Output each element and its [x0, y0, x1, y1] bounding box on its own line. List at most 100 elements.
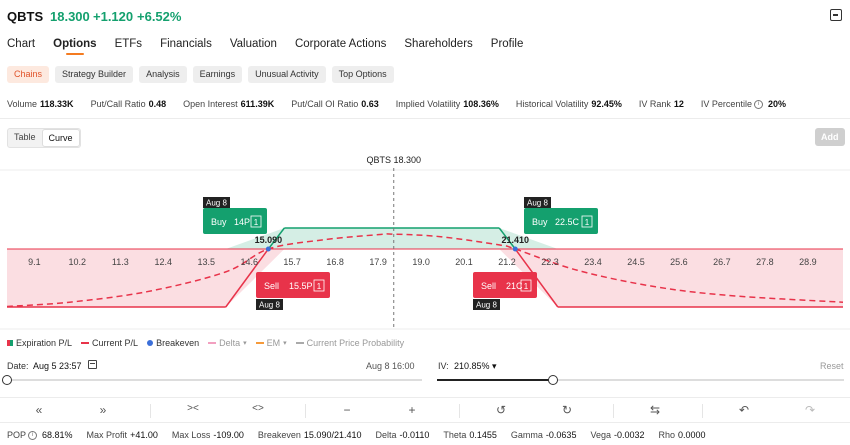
x-tick-label: 14.6 — [240, 257, 258, 267]
current-pl-swatch — [81, 342, 90, 344]
summary-label: Delta — [375, 430, 397, 440]
stat-implied-volatility: Implied Volatility 108.36% — [396, 99, 499, 109]
stat-label: Put/Call OI Ratio — [291, 99, 359, 109]
summary-value: 0.0000 — [678, 430, 706, 440]
summary-label: Theta — [443, 430, 467, 440]
collapse-icon[interactable]: >< — [183, 403, 203, 414]
summary-max-profit: Max Profit +41.00 — [87, 430, 158, 440]
tab-shareholders[interactable]: Shareholders — [404, 38, 472, 55]
add-button[interactable]: Add — [815, 128, 845, 146]
calendar-icon[interactable] — [88, 360, 97, 369]
breakeven-dot — [265, 246, 271, 252]
iv-label: IV: — [438, 361, 449, 371]
legend-swatch — [255, 342, 264, 344]
exit-icon[interactable] — [830, 9, 842, 21]
leg-strike: 15.5P — [289, 281, 313, 291]
date-value: Aug 5 23:57 — [33, 361, 82, 371]
tab-chart[interactable]: Chart — [7, 38, 35, 55]
tab-profile[interactable]: Profile — [491, 38, 524, 55]
undo-icon[interactable]: ↶ — [734, 403, 754, 417]
legend-label: EM — [266, 338, 281, 348]
chip-analysis[interactable]: Analysis — [139, 66, 187, 83]
tab-curve[interactable]: Curve — [41, 129, 80, 147]
info-icon[interactable]: i — [28, 431, 38, 441]
summary-value: -0.0032 — [613, 430, 645, 440]
tab-table[interactable]: Table — [8, 129, 42, 147]
legend-item[interactable]: Breakeven — [147, 338, 199, 348]
leg-qty: 1 — [317, 282, 322, 291]
tab-etfs[interactable]: ETFs — [115, 38, 142, 55]
undo-time-icon[interactable]: ↺ — [491, 403, 511, 417]
x-tick-label: 21.2 — [498, 257, 516, 267]
reset-button[interactable]: Reset — [820, 361, 844, 371]
summary-value: -109.00 — [213, 430, 244, 440]
legend-item[interactable]: Current P/L — [81, 338, 138, 348]
redo-icon[interactable]: ↷ — [800, 403, 820, 417]
summary-pop: POP i 68.81% — [7, 430, 73, 441]
x-tick-label: 11.3 — [112, 257, 129, 267]
chart-legend: Expiration P/L Current P/L Breakeven Delta ▾… — [7, 338, 413, 348]
leg-tag-buy-14p[interactable]: Buy 14P 1 Aug 8 — [203, 197, 267, 234]
pl-chart[interactable]: QBTS 18.300 9.1 10.2 11.3 12.4 13.5 14.6 15.7 16… — [0, 150, 850, 332]
tab-financials[interactable]: Financials — [160, 38, 212, 55]
caret-down-icon: ▾ — [283, 340, 287, 347]
summary-value: +41.00 — [130, 430, 158, 440]
leg-tag-buy-22-5c[interactable]: Buy 22.5C 1 Aug 8 — [524, 197, 598, 234]
tab-corporate-actions[interactable]: Corporate Actions — [295, 38, 386, 55]
leg-qty: 1 — [524, 282, 529, 291]
stat-open-interest: Open Interest 611.39K — [183, 99, 274, 109]
stat-label: Historical Volatility — [515, 99, 589, 109]
chip-top-options[interactable]: Top Options — [331, 66, 394, 83]
summary-value: -0.0635 — [545, 430, 577, 440]
leg-action: Buy — [211, 217, 227, 227]
summary-label: Max Profit — [86, 430, 128, 440]
legend-label: Current Price Probability — [306, 338, 405, 348]
summary-delta: Delta -0.0110 — [375, 430, 429, 440]
legend-item[interactable]: EM ▾ — [255, 338, 287, 348]
redo-time-icon[interactable]: ↻ — [557, 403, 577, 417]
stat-value: 118.33K — [40, 99, 74, 109]
leg-tag-sell-21c[interactable]: Sell 21C 1 Aug 8 — [473, 272, 537, 310]
date-slider-track[interactable] — [7, 379, 422, 381]
x-tick-label: 19.0 — [412, 257, 430, 267]
leg-tag-sell-15-5p[interactable]: Sell 15.5P 1 Aug 8 — [256, 272, 330, 310]
iv-slider-handle[interactable] — [548, 375, 558, 385]
divider — [613, 404, 614, 418]
double-chevron-right-icon[interactable]: » — [93, 403, 113, 417]
swap-icon[interactable]: ⇆ — [645, 403, 665, 417]
info-icon[interactable]: i — [753, 100, 763, 110]
summary-vega: Vega -0.0032 — [590, 430, 644, 440]
double-chevron-left-icon[interactable]: « — [29, 403, 49, 417]
stat-label: IV Rank — [638, 99, 671, 109]
chip-chains[interactable]: Chains — [7, 66, 50, 83]
chip-unusual-activity[interactable]: Unusual Activity — [248, 66, 326, 83]
chip-strategy-builder[interactable]: Strategy Builder — [55, 66, 134, 83]
stat-value: 0.48 — [148, 99, 167, 109]
expand-icon[interactable]: <> — [248, 403, 268, 414]
ticker-symbol: QBTS — [7, 9, 44, 24]
legend-item[interactable]: Current Price Probability — [295, 338, 405, 348]
price-change: +1.120 — [93, 9, 134, 24]
leg-strike: 22.5C — [555, 217, 580, 227]
minus-icon[interactable]: − — [337, 403, 357, 417]
date-slider-handle[interactable] — [2, 375, 12, 385]
legend-label: Current P/L — [92, 338, 139, 348]
summary-label: Max Loss — [171, 430, 211, 440]
legend-label: Delta — [219, 338, 241, 348]
iv-value[interactable]: 210.85% ▾ — [454, 361, 497, 372]
plus-icon[interactable]: + — [402, 403, 422, 417]
legend-item[interactable]: Expiration P/L — [7, 338, 72, 348]
summary-label: POP — [7, 430, 27, 440]
chip-earnings[interactable]: Earnings — [192, 66, 243, 83]
stat-value: 92.45% — [591, 99, 622, 109]
legend-item[interactable]: Delta ▾ — [208, 338, 247, 348]
tab-valuation[interactable]: Valuation — [230, 38, 277, 55]
leg-action: Buy — [532, 217, 548, 227]
x-tick-label: 17.9 — [369, 257, 387, 267]
stat-value: 20% — [767, 99, 786, 109]
tab-options[interactable]: Options — [53, 38, 97, 55]
chart-title: QBTS 18.300 — [366, 155, 421, 165]
stat-label: Put/Call Ratio — [90, 99, 146, 109]
stat-value: 12 — [673, 99, 684, 109]
stat-value: 108.36% — [463, 99, 499, 109]
